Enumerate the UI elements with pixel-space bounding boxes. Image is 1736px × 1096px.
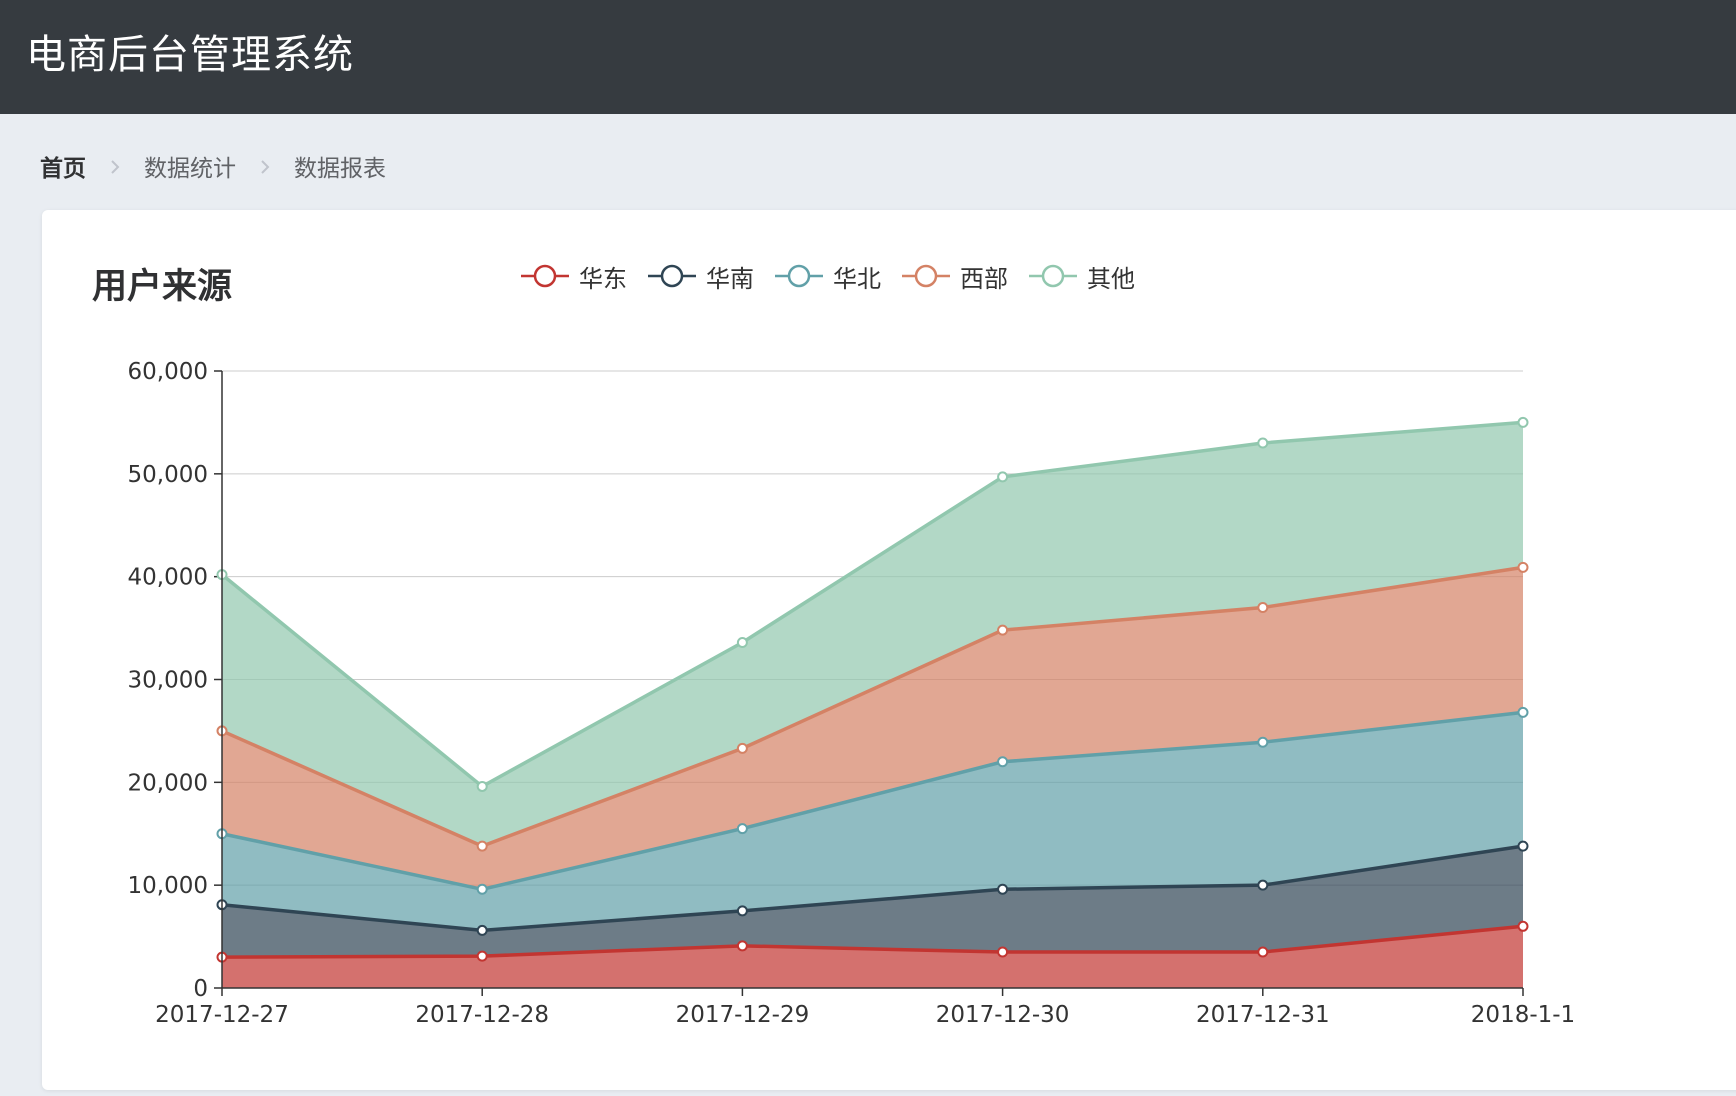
data-point [1517,706,1529,718]
chevron-right-icon [86,153,144,179]
y-tick-label: 10,000 [128,873,208,899]
y-tick-label: 40,000 [128,565,208,591]
data-point [1517,416,1529,428]
report-card: 用户来源 华东 华南 华北 西部 其他 0 10,000 20,000 30,000 40,00… [42,210,1736,1090]
data-point [476,950,488,962]
data-point [1517,840,1529,852]
x-tick-label: 2017-12-29 [676,1002,810,1028]
data-point [1257,879,1269,891]
data-point [997,946,1009,958]
area-chart: 0 10,000 20,000 30,000 40,000 50,000 60,000 201… [128,359,1576,1028]
data-point [997,756,1009,768]
x-tick-label: 2017-12-27 [155,1002,289,1028]
data-point [1257,736,1269,748]
data-point [736,823,748,835]
data-point [736,742,748,754]
breadcrumb-data-stats[interactable]: 数据统计 [144,149,236,183]
top-header: 电商后台管理系统 [0,0,1736,114]
data-point [736,905,748,917]
y-tick-label: 50,000 [128,462,208,488]
data-point [1257,946,1269,958]
data-point [1257,602,1269,614]
y-tick-label: 60,000 [128,359,208,385]
data-point [1257,437,1269,449]
data-point [476,780,488,792]
x-tick-label: 2017-12-31 [1196,1002,1330,1028]
data-point [736,636,748,648]
chevron-right-icon [236,153,294,179]
breadcrumb-home[interactable]: 首页 [40,149,86,183]
data-point [476,840,488,852]
breadcrumb: 首页 数据统计 数据报表 [40,148,386,184]
data-point [476,883,488,895]
data-point [1517,920,1529,932]
data-point [997,624,1009,636]
data-point [997,471,1009,483]
x-tick-label: 2017-12-30 [936,1002,1070,1028]
breadcrumb-data-report: 数据报表 [294,156,386,182]
y-tick-label: 20,000 [128,770,208,796]
app-title: 电商后台管理系统 [26,32,354,78]
data-point [736,940,748,952]
x-tick-label: 2017-12-28 [415,1002,549,1028]
y-tick-label: 30,000 [128,668,208,694]
data-point [997,883,1009,895]
data-point [476,924,488,936]
x-tick-label: 2018-1-1 [1471,1002,1575,1028]
y-tick-label: 0 [193,976,208,1002]
data-point [1517,561,1529,573]
